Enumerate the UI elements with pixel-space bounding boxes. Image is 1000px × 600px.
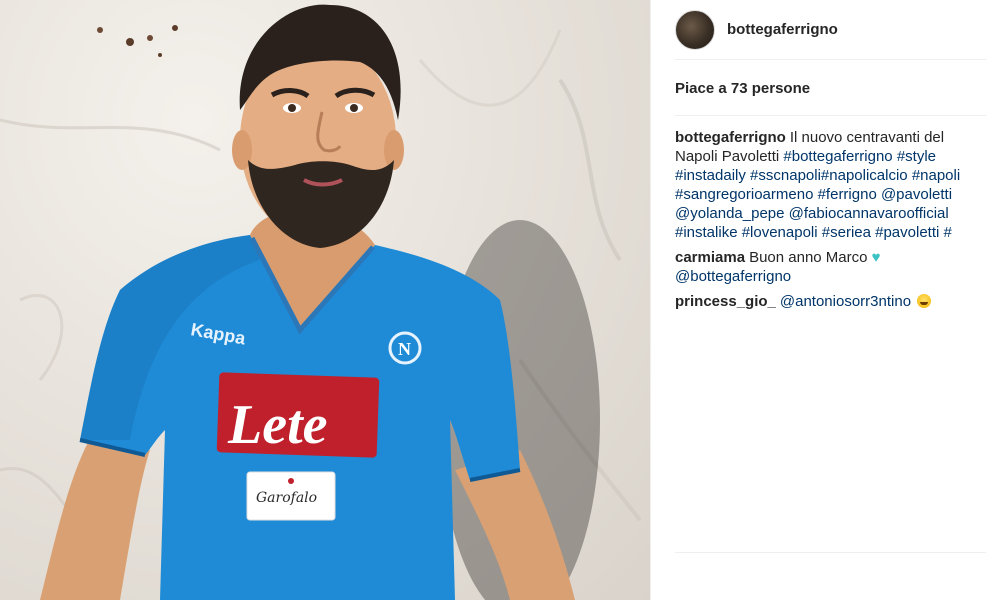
caption-comment: bottegaferrigno Il nuovo centravanti del …: [675, 128, 986, 242]
post-side-panel: bottegaferrigno Piace a 73 persone botte…: [650, 0, 1000, 600]
comments-list: bottegaferrigno Il nuovo centravanti del …: [675, 128, 986, 311]
comment-mention[interactable]: @antoniosorr3ntino: [780, 293, 911, 310]
post-header: bottegaferrigno: [675, 0, 986, 60]
post-photo[interactable]: Kappa N Lete Garofalo: [0, 0, 650, 600]
comment-mention[interactable]: @bottegaferrigno: [675, 268, 791, 285]
heart-icon: ♥: [871, 249, 881, 266]
author-username[interactable]: bottegaferrigno: [727, 21, 838, 38]
instagram-post: Kappa N Lete Garofalo bottegaferrigno Pi…: [0, 0, 1000, 600]
comment-username[interactable]: bottegaferrigno: [675, 129, 786, 146]
list-item: carmiama Buon anno Marco ♥ @bottegaferrig…: [675, 248, 986, 286]
garofalo-sponsor: Garofalo: [256, 490, 317, 506]
grinning-sweat-emoji-icon: [917, 294, 932, 308]
likes-count[interactable]: Piace a 73 persone: [675, 80, 986, 116]
lete-sponsor: Lete: [227, 394, 327, 456]
comment-username[interactable]: princess_gio_: [675, 293, 776, 310]
divider: [675, 552, 986, 553]
figurine-illustration: Kappa N Lete Garofalo: [0, 4, 642, 600]
napoli-badge: N: [398, 339, 411, 359]
comment-text: Buon anno Marco: [749, 249, 868, 266]
comment-username[interactable]: carmiama: [675, 249, 745, 266]
list-item: princess_gio_ @antoniosorr3ntino: [675, 292, 986, 311]
avatar[interactable]: [675, 9, 715, 50]
